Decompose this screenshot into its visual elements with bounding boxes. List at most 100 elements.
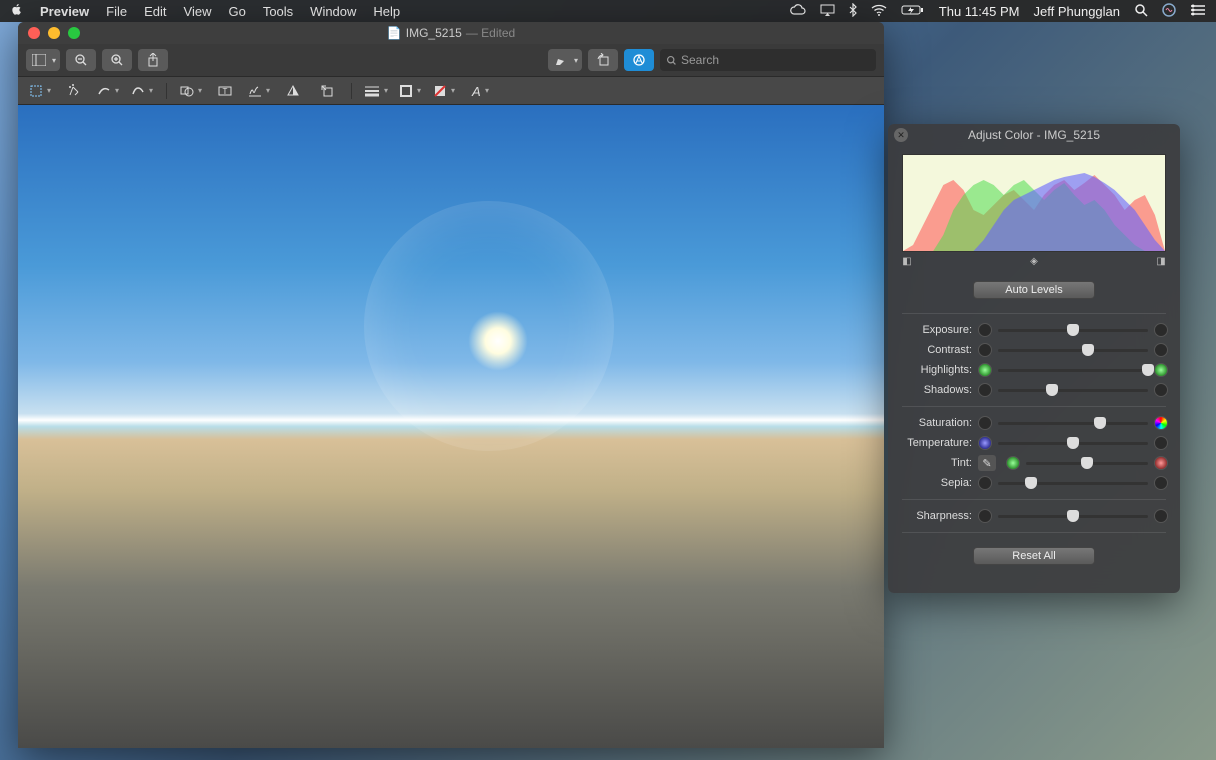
slider-min-icon: [978, 436, 992, 450]
border-color-tool[interactable]: [396, 80, 424, 102]
window-zoom-button[interactable]: [68, 27, 80, 39]
tint-picker-button[interactable]: ✎: [978, 455, 996, 471]
adjust-color-tool[interactable]: [279, 80, 307, 102]
airplay-icon[interactable]: [820, 4, 835, 19]
draw-tool[interactable]: [128, 80, 156, 102]
slider-max-icon: [1154, 436, 1168, 450]
slider-track[interactable]: [998, 389, 1148, 392]
bluetooth-icon[interactable]: [849, 3, 857, 20]
preview-window: 📄 IMG_5215 — Edited Search T A: [18, 22, 884, 748]
slider-label: Sepia:: [900, 477, 972, 489]
system-menubar: Preview File Edit View Go Tools Window H…: [0, 0, 1216, 22]
slider-min-icon: [978, 363, 992, 377]
image-canvas[interactable]: [18, 105, 884, 748]
rotate-button[interactable]: [588, 49, 618, 71]
slider-track[interactable]: [1026, 462, 1148, 465]
selection-tool[interactable]: [26, 80, 54, 102]
slider-label: Tint:: [900, 457, 972, 469]
slider-max-icon: [1154, 363, 1168, 377]
sun: [468, 311, 528, 371]
markup-button[interactable]: [624, 49, 654, 71]
slider-row-tint: Tint: ✎: [888, 453, 1180, 473]
slider-thumb[interactable]: [1082, 344, 1094, 356]
slider-min-icon: [978, 383, 992, 397]
hist-marker-left[interactable]: ◧: [902, 256, 912, 267]
line-style-tool[interactable]: [362, 80, 390, 102]
share-button[interactable]: [138, 49, 168, 71]
slider-thumb[interactable]: [1094, 417, 1106, 429]
zoom-in-button[interactable]: [102, 49, 132, 71]
slider-thumb[interactable]: [1067, 437, 1079, 449]
slider-max-icon: [1154, 476, 1168, 490]
apple-icon[interactable]: [10, 3, 23, 19]
shapes-tool[interactable]: [177, 80, 205, 102]
fill-color-tool[interactable]: [430, 80, 458, 102]
menu-file[interactable]: File: [106, 4, 127, 19]
reset-all-button[interactable]: Reset All: [973, 547, 1095, 565]
user-name[interactable]: Jeff Phungglan: [1034, 4, 1121, 19]
svg-text:T: T: [223, 87, 228, 96]
battery-icon[interactable]: [901, 4, 925, 19]
menu-edit[interactable]: Edit: [144, 4, 166, 19]
hist-marker-mid[interactable]: ◈: [1029, 256, 1039, 267]
slider-min-icon: [978, 343, 992, 357]
slider-track[interactable]: [998, 442, 1148, 445]
slider-thumb[interactable]: [1142, 364, 1154, 376]
window-close-button[interactable]: [28, 27, 40, 39]
slider-max-icon: [1154, 456, 1168, 470]
slider-label: Shadows:: [900, 384, 972, 396]
text-tool[interactable]: T: [211, 80, 239, 102]
slider-row-exposure: Exposure:: [888, 320, 1180, 340]
font-tool[interactable]: A: [464, 80, 492, 102]
adjust-size-tool[interactable]: [313, 80, 341, 102]
app-name[interactable]: Preview: [40, 4, 89, 19]
window-minimize-button[interactable]: [48, 27, 60, 39]
slider-max-icon: [1154, 323, 1168, 337]
slider-min-icon: [1006, 456, 1020, 470]
panel-titlebar[interactable]: ✕ Adjust Color - IMG_5215: [888, 124, 1180, 146]
sidebar-dropdown[interactable]: [26, 49, 60, 71]
hist-marker-right[interactable]: ◨: [1156, 256, 1166, 267]
instant-alpha-tool[interactable]: [60, 80, 88, 102]
slider-label: Temperature:: [900, 437, 972, 449]
slider-max-icon: [1154, 343, 1168, 357]
slider-thumb[interactable]: [1025, 477, 1037, 489]
slider-thumb[interactable]: [1046, 384, 1058, 396]
menu-help[interactable]: Help: [373, 4, 400, 19]
slider-min-icon: [978, 416, 992, 430]
clock[interactable]: Thu 11:45 PM: [939, 4, 1020, 19]
panel-close-button[interactable]: ✕: [894, 128, 908, 142]
spotlight-icon[interactable]: [1134, 3, 1148, 20]
slider-track[interactable]: [998, 329, 1148, 332]
menu-tools[interactable]: Tools: [263, 4, 293, 19]
window-title: IMG_5215: [406, 26, 462, 40]
cloud-icon[interactable]: [790, 4, 806, 19]
slider-thumb[interactable]: [1081, 457, 1093, 469]
menu-window[interactable]: Window: [310, 4, 356, 19]
titlebar[interactable]: 📄 IMG_5215 — Edited: [18, 22, 884, 44]
slider-row-shadows: Shadows:: [888, 380, 1180, 400]
zoom-out-button[interactable]: [66, 49, 96, 71]
slider-thumb[interactable]: [1067, 510, 1079, 522]
wifi-icon[interactable]: [871, 4, 887, 19]
slider-row-highlights: Highlights:: [888, 360, 1180, 380]
notification-icon[interactable]: [1190, 4, 1206, 19]
search-field[interactable]: Search: [660, 49, 876, 71]
slider-thumb[interactable]: [1067, 324, 1079, 336]
panel-title: Adjust Color - IMG_5215: [968, 128, 1100, 142]
siri-icon[interactable]: [1162, 3, 1176, 20]
highlight-dropdown[interactable]: [548, 49, 582, 71]
histogram[interactable]: [902, 154, 1166, 252]
menu-view[interactable]: View: [184, 4, 212, 19]
slider-track[interactable]: [998, 349, 1148, 352]
slider-label: Saturation:: [900, 417, 972, 429]
slider-track[interactable]: [998, 515, 1148, 518]
slider-track[interactable]: [998, 369, 1148, 372]
menu-go[interactable]: Go: [228, 4, 245, 19]
auto-levels-button[interactable]: Auto Levels: [973, 281, 1095, 299]
slider-track[interactable]: [998, 482, 1148, 485]
sketch-tool[interactable]: [94, 80, 122, 102]
slider-row-sharpness: Sharpness:: [888, 506, 1180, 526]
slider-track[interactable]: [998, 422, 1148, 425]
sign-tool[interactable]: [245, 80, 273, 102]
